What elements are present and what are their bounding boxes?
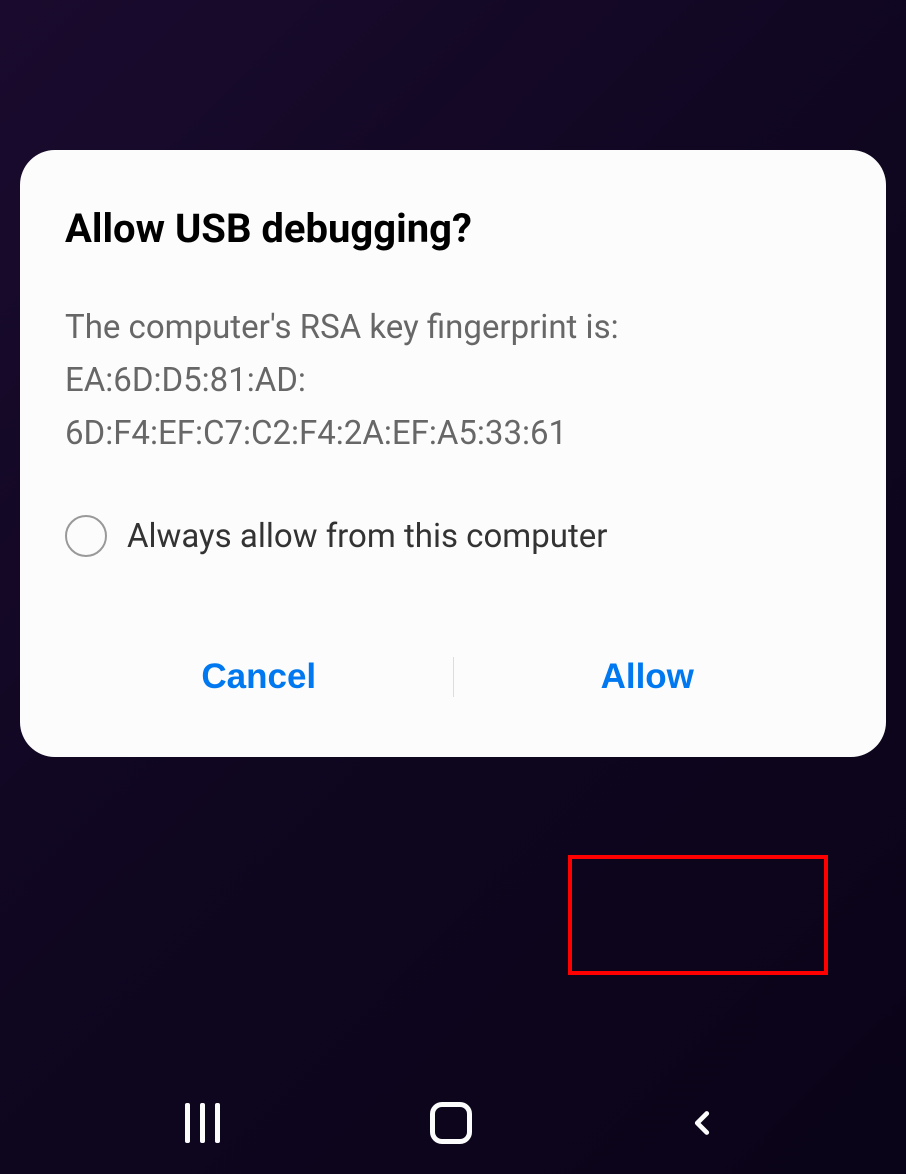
home-button[interactable] bbox=[430, 1102, 472, 1144]
cancel-button[interactable]: Cancel bbox=[65, 637, 453, 717]
highlight-annotation bbox=[568, 855, 828, 975]
dialog-message: The computer's RSA key fingerprint is: E… bbox=[65, 302, 841, 460]
home-icon bbox=[430, 1102, 472, 1144]
back-icon bbox=[683, 1104, 721, 1142]
dialog-title: Allow USB debugging? bbox=[65, 205, 841, 252]
recents-button[interactable] bbox=[185, 1103, 220, 1143]
dialog-button-row: Cancel Allow bbox=[65, 637, 841, 717]
recents-icon bbox=[185, 1103, 220, 1143]
always-allow-checkbox-row[interactable]: Always allow from this computer bbox=[65, 515, 841, 557]
checkbox-unchecked-icon[interactable] bbox=[65, 515, 107, 557]
usb-debugging-dialog: Allow USB debugging? The computer's RSA … bbox=[20, 150, 886, 757]
back-button[interactable] bbox=[683, 1104, 721, 1142]
navigation-bar bbox=[0, 1102, 906, 1144]
allow-button[interactable]: Allow bbox=[454, 637, 842, 717]
checkbox-label: Always allow from this computer bbox=[127, 517, 607, 556]
